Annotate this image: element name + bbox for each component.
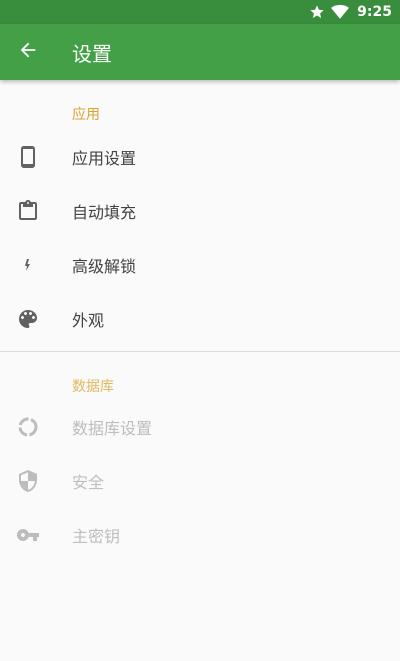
pref-master-key[interactable]: 主密钥 [0,508,400,562]
pref-advanced-unlock[interactable]: 高级解锁 [0,238,400,292]
status-time: 9:25 [357,4,392,20]
category-header-database: 数据库 [72,379,114,395]
pref-label: 安全 [72,473,105,492]
pref-label: 自动填充 [72,203,137,222]
flash-icon [0,253,56,277]
pref-appearance[interactable]: 外观 [0,292,400,346]
pref-database-settings[interactable]: 数据库设置 [0,400,400,454]
status-bar: 9:25 [0,0,400,24]
clipboard-icon [0,199,56,223]
back-button[interactable] [0,24,56,80]
arrow-back-icon [17,39,39,65]
key-icon [0,523,56,547]
pref-label: 数据库设置 [72,419,153,438]
palette-icon [0,307,56,331]
pref-app-settings[interactable]: 应用设置 [0,130,400,184]
shield-icon [0,469,56,493]
category-header-app: 应用 [72,107,100,123]
pref-label: 应用设置 [72,149,137,168]
pref-autofill[interactable]: 自动填充 [0,184,400,238]
database-ring-icon [0,415,56,439]
page-title: 设置 [72,41,112,66]
section-divider [0,351,400,352]
pref-security[interactable]: 安全 [0,454,400,508]
phone-icon [0,145,56,169]
app-bar: 设置 [0,24,400,80]
star-icon [309,4,325,20]
wifi-icon [331,4,350,20]
pref-label: 高级解锁 [72,257,137,276]
pref-label: 主密钥 [72,527,121,546]
settings-list: 应用 应用设置 自动填充 高级解锁 外观 数据库 数据库设置 安全 主密钥 [0,80,400,562]
pref-label: 外观 [72,311,105,330]
